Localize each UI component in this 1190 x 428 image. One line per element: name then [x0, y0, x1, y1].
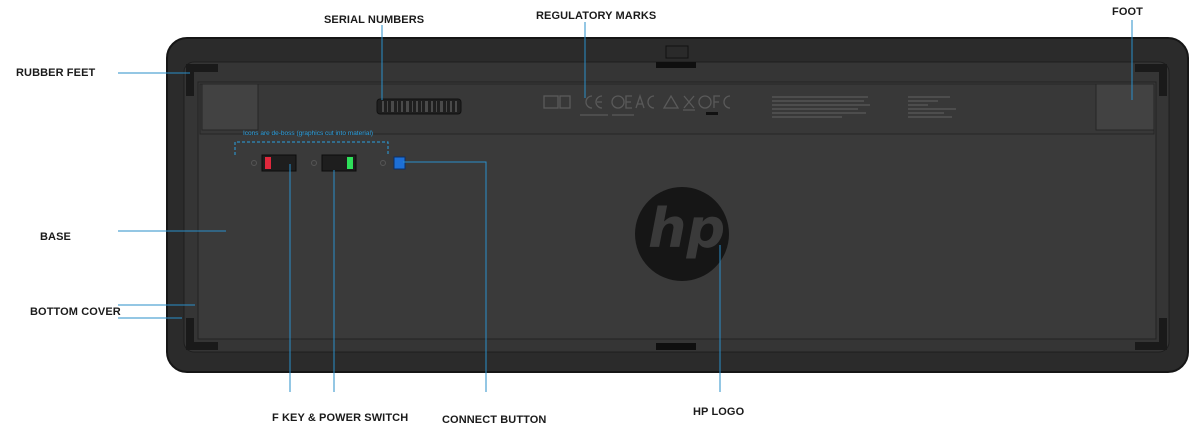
foot-left	[201, 83, 259, 131]
label-strip	[199, 83, 1155, 135]
annotation-note: Icons are de-boss (graphics cut into mat…	[243, 130, 374, 137]
label-hp-logo: HP LOGO	[693, 406, 745, 418]
label-serial-numbers: SERIAL NUMBERS	[324, 14, 425, 26]
hp-logo-text: hp	[648, 197, 726, 260]
f-key-switch-red	[265, 157, 271, 169]
label-bottom-cover: BOTTOM COVER	[30, 306, 121, 318]
label-f-key-power-switch: F KEY & POWER SWITCH	[272, 412, 409, 424]
power-switch-green	[347, 157, 353, 169]
label-base: BASE	[40, 231, 71, 243]
top-tab	[665, 45, 689, 59]
label-rubber-feet: RUBBER FEET	[16, 67, 96, 79]
label-connect-button: CONNECT BUTTON	[442, 414, 547, 426]
bottom-slot	[656, 343, 696, 350]
label-regulatory-marks: REGULATORY MARKS	[536, 10, 657, 22]
top-slot	[656, 62, 696, 68]
connect-button	[393, 156, 406, 170]
label-foot: FOOT	[1112, 6, 1143, 18]
barcode-icon	[376, 98, 462, 115]
keyboard-diagram	[118, 20, 1189, 392]
foot-right	[1095, 83, 1155, 131]
reg-underline	[706, 112, 718, 115]
